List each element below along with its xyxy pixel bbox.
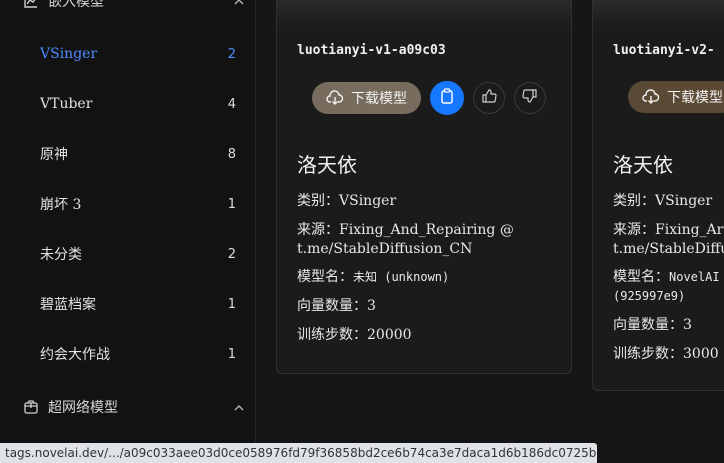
field-label: 来源： — [613, 222, 655, 238]
sidebar-item-vtuber[interactable]: VTuber 4 — [40, 92, 236, 116]
sidebar-group-embed-models[interactable]: 嵌入模型 — [22, 0, 244, 13]
field-label: 向量数量： — [297, 298, 367, 314]
field-label: 模型名： — [613, 269, 669, 285]
sidebar-item-count: 1 — [227, 296, 236, 312]
model-row: 模型名：NovelAI (925997e9) — [613, 268, 724, 306]
sidebar-item-count: 4 — [227, 96, 236, 112]
preview-image[interactable] — [593, 0, 724, 28]
steps-row: 训练步数：20000 — [297, 326, 537, 345]
thumbs-up-icon — [481, 88, 497, 108]
package-icon — [22, 398, 40, 416]
card-title: luotianyi-v1-a09c03 — [297, 43, 446, 58]
sidebar-item-count: 8 — [227, 146, 236, 162]
category-value: VSinger — [339, 193, 397, 209]
sidebar-item-count: 1 — [227, 196, 236, 212]
sidebar-group-label: 超网络模型 — [48, 400, 118, 416]
character-name: 洛天依 — [613, 153, 673, 177]
field-label: 训练步数： — [613, 346, 683, 362]
field-label: 类别： — [297, 193, 339, 209]
model-card: luotianyi-v2- 下载模型 洛天依 类别：VSinger 来源：Fix… — [592, 0, 724, 391]
sidebar-item-count: 1 — [227, 346, 236, 362]
link-status-bar: tags.novelai.dev/.../a09c033aee03d0ce058… — [0, 443, 597, 463]
source-value-cont: t.me/StableDiffus — [613, 241, 724, 257]
sidebar-item-vsinger[interactable]: VSinger 2 — [40, 42, 236, 66]
sidebar-item-genshin[interactable]: 原神 8 — [40, 142, 236, 166]
category-row: 类别：VSinger — [613, 192, 724, 211]
sidebar-group-label: 嵌入模型 — [48, 0, 104, 10]
steps-row: 训练步数：3000 — [613, 345, 724, 364]
sidebar-item-blue-archive[interactable]: 碧蓝档案 1 — [40, 292, 236, 316]
steps-value: 20000 — [367, 327, 412, 343]
category-row: 类别：VSinger — [297, 192, 537, 211]
model-value: NovelAI — [669, 270, 720, 284]
sidebar-item-uncategorized[interactable]: 未分类 2 — [40, 242, 236, 266]
sidebar-group-hypernetwork-models[interactable]: 超网络模型 — [22, 395, 244, 419]
character-name: 洛天依 — [297, 153, 357, 177]
dislike-button[interactable] — [514, 82, 546, 114]
field-label: 类别： — [613, 193, 655, 209]
sidebar: 嵌入模型 VSinger 2 VTuber 4 原神 8 崩坏 3 1 未分类 … — [0, 0, 256, 463]
cloud-download-icon — [326, 90, 344, 106]
sidebar-item-count: 2 — [227, 46, 236, 62]
vectors-row: 向量数量：3 — [297, 297, 537, 316]
vectors-value: 3 — [367, 298, 376, 314]
sidebar-item-label: VSinger — [40, 46, 98, 62]
card-actions: 下载模型 — [628, 81, 724, 113]
vectors-value: 3 — [683, 317, 692, 333]
sidebar-item-label: 碧蓝档案 — [40, 297, 96, 313]
sidebar-item-count: 2 — [227, 246, 236, 262]
sidebar-item-honkai3[interactable]: 崩坏 3 1 — [40, 192, 236, 216]
source-row: 来源：Fixing_Ar t.me/StableDiffus — [613, 221, 724, 259]
field-label: 来源： — [297, 222, 339, 238]
field-label: 向量数量： — [613, 317, 683, 333]
like-button[interactable] — [473, 82, 505, 114]
sidebar-item-label: 崩坏 3 — [40, 197, 82, 213]
model-value-cont: (925997e9) — [613, 289, 686, 303]
thumbs-down-icon — [522, 88, 538, 108]
sidebar-item-label: 未分类 — [40, 247, 82, 263]
field-label: 训练步数： — [297, 327, 367, 343]
card-title: luotianyi-v2- — [613, 43, 715, 58]
download-label: 下载模型 — [351, 91, 407, 107]
chart-icon — [22, 0, 40, 10]
sidebar-item-label: 约会大作战 — [40, 347, 110, 363]
source-row: 来源：Fixing_And_Repairing @ t.me/StableDif… — [297, 221, 537, 259]
clipboard-icon — [440, 88, 454, 108]
model-row: 模型名：未知 (unknown) — [297, 268, 537, 287]
sidebar-item-date-a-live[interactable]: 约会大作战 1 — [40, 342, 236, 366]
chevron-up-icon[interactable] — [234, 400, 244, 414]
model-card: luotianyi-v1-a09c03 下载模型 洛天依 类别：VSinger — [276, 0, 572, 374]
card-actions: 下载模型 — [312, 81, 546, 115]
source-value: Fixing_Ar — [655, 222, 724, 238]
model-value: 未知 (unknown) — [353, 270, 450, 284]
vectors-row: 向量数量：3 — [613, 316, 724, 335]
download-label: 下载模型 — [667, 90, 723, 106]
sidebar-item-label: 原神 — [40, 147, 68, 163]
chevron-up-icon[interactable] — [234, 0, 244, 8]
copy-button[interactable] — [430, 81, 464, 115]
category-value: VSinger — [655, 193, 713, 209]
sidebar-item-label: VTuber — [40, 96, 93, 112]
preview-image[interactable] — [277, 0, 571, 28]
cloud-download-icon — [642, 89, 660, 105]
download-button[interactable]: 下载模型 — [628, 81, 724, 113]
steps-value: 3000 — [683, 346, 719, 362]
field-label: 模型名： — [297, 269, 353, 285]
download-button[interactable]: 下载模型 — [312, 82, 421, 114]
